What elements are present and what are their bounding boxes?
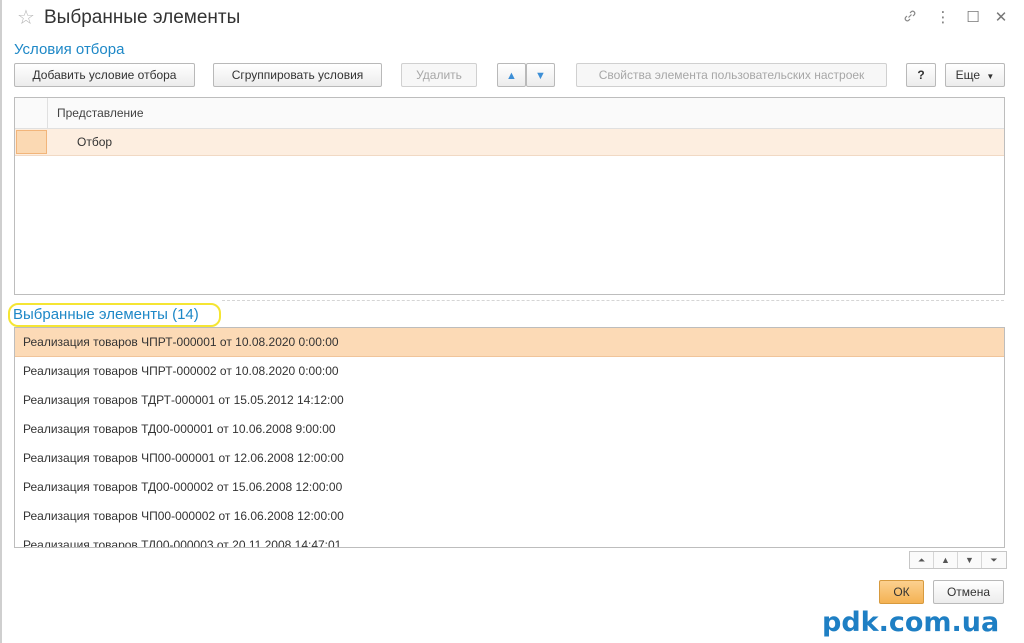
list-item[interactable]: Реализация товаров ТДРТ-000001 от 15.05.… (15, 386, 1004, 415)
list-item[interactable]: Реализация товаров ТД00-000003 от 20.11.… (15, 531, 1004, 547)
selected-items-title: Выбранные элементы (14) (13, 306, 199, 323)
filter-section-title: Условия отбора (14, 41, 125, 58)
star-icon[interactable]: ☆ (17, 6, 35, 30)
scroll-down-icon[interactable]: ▼ (958, 552, 982, 568)
window-left-edge (0, 0, 2, 643)
list-item[interactable]: Реализация товаров ЧПРТ-000002 от 10.08.… (15, 357, 1004, 386)
window-title: Выбранные элементы (44, 7, 241, 28)
help-button[interactable]: ? (906, 63, 936, 87)
more-button[interactable]: Еще ▼ (945, 63, 1005, 87)
maximize-icon[interactable]: ☐ (963, 8, 983, 28)
grid-header-lead-cell (15, 98, 48, 129)
chevron-down-icon: ▼ (986, 72, 995, 81)
move-down-button[interactable]: ▼ (526, 63, 555, 87)
filter-grid-header: Представление (15, 98, 1004, 129)
list-item[interactable]: Реализация товаров ЧП00-000001 от 12.06.… (15, 444, 1004, 473)
move-up-button[interactable]: ▲ (497, 63, 526, 87)
column-header-presentation[interactable]: Представление (57, 106, 144, 120)
arrow-up-icon: ▲ (506, 70, 517, 82)
close-icon[interactable]: ✕ (991, 8, 1011, 28)
filter-row-label: Отбор (77, 135, 113, 149)
title-bar: ☆ Выбранные элементы ⋮ ☐ ✕ (0, 0, 1024, 38)
list-item[interactable]: Реализация товаров ЧП00-000002 от 16.06.… (15, 502, 1004, 531)
more-button-label: Еще (955, 68, 981, 82)
list-navigation: ⏶ ▲ ▼ ⏷ (909, 551, 1007, 569)
selected-items-list[interactable]: Реализация товаров ЧПРТ-000001 от 10.08.… (14, 327, 1005, 548)
watermark-text: pdk.com.ua (822, 607, 1000, 638)
scroll-to-last-icon[interactable]: ⏷ (982, 552, 1006, 568)
ok-button[interactable]: ОК (879, 580, 924, 604)
delete-button[interactable]: Удалить (401, 63, 477, 87)
properties-button[interactable]: Свойства элемента пользовательских настр… (576, 63, 887, 87)
scroll-to-first-icon[interactable]: ⏶ (910, 552, 934, 568)
section-divider (222, 300, 1004, 301)
list-item[interactable]: Реализация товаров ТД00-000002 от 15.06.… (15, 473, 1004, 502)
more-icon[interactable]: ⋮ (933, 8, 953, 28)
arrow-down-icon: ▼ (535, 70, 546, 82)
group-conditions-button[interactable]: Сгруппировать условия (213, 63, 382, 87)
filter-grid[interactable]: Представление Отбор (14, 97, 1005, 295)
link-icon[interactable] (900, 8, 920, 30)
cancel-button[interactable]: Отмена (933, 580, 1004, 604)
list-item[interactable]: Реализация товаров ЧПРТ-000001 от 10.08.… (15, 328, 1004, 357)
scroll-up-icon[interactable]: ▲ (934, 552, 958, 568)
row-checkbox-cell[interactable] (16, 130, 47, 154)
add-condition-button[interactable]: Добавить условие отбора (14, 63, 195, 87)
filter-grid-row[interactable]: Отбор (15, 129, 1004, 156)
list-item[interactable]: Реализация товаров ТД00-000001 от 10.06.… (15, 415, 1004, 444)
